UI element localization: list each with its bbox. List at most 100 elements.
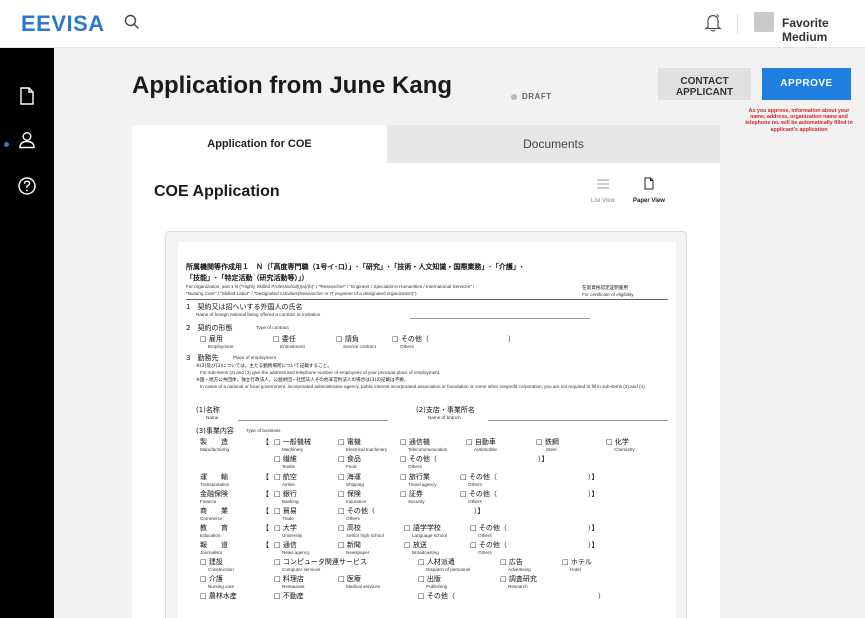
business-option-en: Dispatch of personnel bbox=[426, 567, 471, 572]
business-option[interactable]: □ 建設 bbox=[200, 557, 223, 567]
document-page: 所属機関等作成用１ Ｎ（「高度専門職（1号イ･ロ）」･「研究」･「技術・人文知識… bbox=[178, 242, 676, 618]
business-option[interactable]: □ その他（ bbox=[418, 591, 455, 601]
business-option-en: Medical services bbox=[346, 584, 380, 589]
business-option[interactable]: □ その他（ bbox=[470, 523, 507, 533]
form-right-jp: 在留資格認定証明書用 bbox=[582, 286, 628, 291]
user-name[interactable]: Favorite Medium bbox=[782, 16, 865, 44]
form-right-en: For certificate of eligibility bbox=[582, 292, 634, 297]
business-option[interactable]: □ 通信 bbox=[274, 540, 297, 550]
business-option-en: Research bbox=[508, 584, 528, 589]
business-option[interactable]: □ 食品 bbox=[338, 454, 361, 464]
business-option[interactable]: □ 電機 bbox=[338, 437, 361, 447]
bracket: 【 bbox=[262, 473, 269, 481]
business-option[interactable]: □ 鉄鋼 bbox=[536, 437, 559, 447]
business-option[interactable]: □ 貿易 bbox=[274, 506, 297, 516]
paper-view-toggle[interactable]: Paper View bbox=[627, 177, 671, 204]
business-option-en: Trade bbox=[282, 516, 294, 521]
contract-option[interactable]: □ その他（ bbox=[392, 334, 429, 344]
category-en: Journalism bbox=[200, 550, 223, 555]
business-option-en: Construction bbox=[208, 567, 234, 572]
list-view-toggle[interactable]: List View bbox=[581, 177, 625, 204]
contract-close-paren: ） bbox=[508, 335, 515, 343]
business-type-en: Type of business bbox=[246, 428, 281, 433]
field-line-org-name[interactable] bbox=[238, 420, 388, 421]
business-option[interactable]: □ 調査研究 bbox=[500, 574, 537, 584]
business-option[interactable]: □ 保険 bbox=[338, 489, 361, 499]
business-option[interactable]: □ ホテル bbox=[562, 557, 592, 567]
business-option[interactable]: □ 語学学校 bbox=[404, 523, 441, 533]
business-option-en: Others bbox=[478, 550, 492, 555]
field-line-name[interactable] bbox=[410, 318, 590, 319]
help-icon[interactable] bbox=[16, 175, 38, 197]
business-option-en: Broadcasting bbox=[412, 550, 439, 555]
business-option[interactable]: □ 広告 bbox=[500, 557, 523, 567]
close-paren: ） bbox=[598, 592, 605, 600]
document-viewer[interactable]: 所属機関等作成用１ Ｎ（「高度専門職（1号イ･ロ）」･「研究」･「技術・人文知識… bbox=[165, 231, 687, 618]
business-option[interactable]: □ 化学 bbox=[606, 437, 629, 447]
business-option-en: News agency bbox=[282, 550, 310, 555]
business-option[interactable]: □ コンピュータ関連サービス bbox=[274, 557, 367, 567]
business-option[interactable]: □ その他（ bbox=[460, 472, 497, 482]
branch-en: Name of branch bbox=[428, 415, 461, 420]
tab-documents[interactable]: Documents bbox=[387, 125, 720, 163]
tab-application[interactable]: Application for COE bbox=[132, 125, 387, 163]
business-option-en: University bbox=[282, 533, 303, 538]
contract-option[interactable]: □ 委任 bbox=[273, 334, 296, 344]
business-option-en: Shipping bbox=[346, 482, 364, 487]
business-option[interactable]: □ その他（ bbox=[470, 540, 507, 550]
contract-option-en: Entrustment bbox=[280, 344, 305, 349]
section-1-label: 1 契約又は招へいする外国人の氏名 bbox=[186, 303, 303, 311]
contract-option[interactable]: □ 請負 bbox=[336, 334, 359, 344]
business-option[interactable]: □ 繊維 bbox=[274, 454, 297, 464]
business-option[interactable]: □ 通信機 bbox=[400, 437, 430, 447]
user-icon[interactable] bbox=[16, 129, 38, 151]
business-option[interactable]: □ 出版 bbox=[418, 574, 441, 584]
business-option[interactable]: □ その他（ bbox=[338, 506, 375, 516]
business-option-en: Steel bbox=[546, 447, 557, 452]
business-option[interactable]: □ 人材派遣 bbox=[418, 557, 455, 567]
business-option[interactable]: □ 医療 bbox=[338, 574, 361, 584]
document-icon[interactable] bbox=[16, 85, 38, 107]
business-option[interactable]: □ その他（ bbox=[460, 489, 497, 499]
approve-button[interactable]: APPROVE bbox=[762, 68, 851, 100]
section-3-en: Place of employment bbox=[233, 355, 276, 360]
status-badge: DRAFT bbox=[511, 92, 552, 101]
business-option[interactable]: □ 大学 bbox=[274, 523, 297, 533]
bracket: 【 bbox=[262, 438, 269, 446]
status-text: DRAFT bbox=[522, 92, 552, 101]
contact-label-line2: APPLICANT bbox=[675, 86, 734, 98]
business-option[interactable]: □ 海運 bbox=[338, 472, 361, 482]
business-option[interactable]: □ 一般機械 bbox=[274, 437, 311, 447]
field-line-branch[interactable] bbox=[488, 420, 668, 421]
business-option-en: Machinery bbox=[282, 447, 304, 452]
business-option[interactable]: □ その他（ bbox=[400, 454, 437, 464]
section-3-note-en1: For sub-items (2) and (3) give the addre… bbox=[200, 370, 441, 375]
avatar[interactable] bbox=[754, 12, 774, 32]
business-option[interactable]: □ 料理店 bbox=[274, 574, 304, 584]
contact-applicant-button[interactable]: CONTACT APPLICANT bbox=[658, 68, 751, 100]
business-option[interactable]: □ 証券 bbox=[400, 489, 423, 499]
category-label: 製 造 bbox=[200, 438, 228, 446]
business-option-en: Advertising bbox=[508, 567, 531, 572]
business-option-en: Food bbox=[346, 464, 357, 469]
bell-icon[interactable] bbox=[702, 11, 724, 33]
business-option[interactable]: □ 不動産 bbox=[274, 591, 304, 601]
business-option-en: Airline bbox=[282, 482, 295, 487]
logo[interactable]: EEVISA bbox=[21, 11, 105, 37]
contract-option[interactable]: □ 雇用 bbox=[200, 334, 223, 344]
business-option[interactable]: □ 航空 bbox=[274, 472, 297, 482]
search-icon[interactable] bbox=[123, 13, 141, 31]
category-label: 商 業 bbox=[200, 507, 228, 515]
business-option[interactable]: □ 放送 bbox=[404, 540, 427, 550]
close-paren: ）】 bbox=[538, 455, 549, 463]
business-option[interactable]: □ 銀行 bbox=[274, 489, 297, 499]
category-en: Finance bbox=[200, 499, 217, 504]
business-option[interactable]: □ 自動車 bbox=[466, 437, 496, 447]
business-option[interactable]: □ 農林水産 bbox=[200, 591, 237, 601]
business-option[interactable]: □ 介護 bbox=[200, 574, 223, 584]
business-option-en: Publishing bbox=[426, 584, 448, 589]
business-option[interactable]: □ 旅行業 bbox=[400, 472, 430, 482]
business-option[interactable]: □ 新聞 bbox=[338, 540, 361, 550]
form-heading-2: 「技能」･「特定活動（研究活動等）」） bbox=[186, 274, 309, 282]
business-option[interactable]: □ 高校 bbox=[338, 523, 361, 533]
